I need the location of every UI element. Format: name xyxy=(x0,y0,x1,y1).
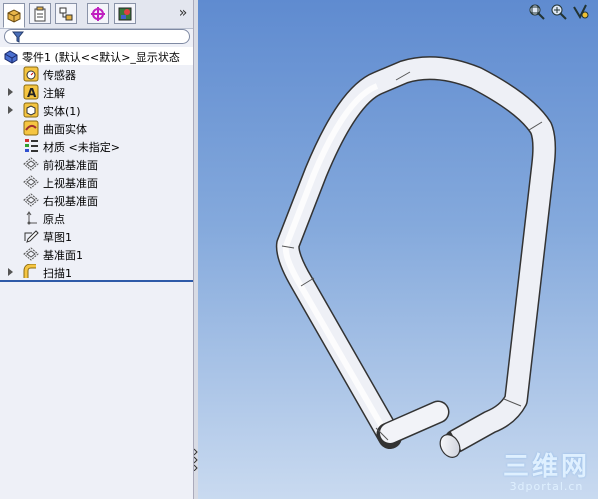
tree-item-label: 前视基准面 xyxy=(43,159,98,172)
tree-item-annotations[interactable]: A 注解 xyxy=(0,83,193,101)
property-icon xyxy=(34,6,46,21)
feature-tree-icon xyxy=(7,8,21,23)
plane-icon xyxy=(23,157,39,171)
graphics-viewport[interactable]: 三维网 3dportal.cn xyxy=(198,0,598,499)
tube-segment-lines xyxy=(281,71,543,441)
watermark: 三维网 3dportal.cn xyxy=(503,454,590,493)
tree-item-label: 基准面1 xyxy=(43,249,83,262)
plane-icon xyxy=(23,247,39,261)
tree-item-sweep1[interactable]: 扫描1 xyxy=(0,263,193,281)
part-icon xyxy=(4,50,18,64)
swept-tube-model[interactable] xyxy=(198,0,598,499)
tree-item-top-plane[interactable]: 上视基准面 xyxy=(0,173,193,191)
rollback-bar[interactable] xyxy=(0,280,193,282)
sketch-icon xyxy=(24,230,39,243)
featuremanager-tab[interactable] xyxy=(3,3,25,28)
more-tabs-button[interactable]: » xyxy=(176,5,190,21)
tree-item-front-plane[interactable]: 前视基准面 xyxy=(0,155,193,173)
display-manager-tab[interactable] xyxy=(114,3,136,24)
watermark-main: 三维网 xyxy=(502,452,590,482)
tree-item-label: 材质 <未指定> xyxy=(43,141,120,154)
tree-item-label: 传感器 xyxy=(43,69,76,82)
sensor-icon xyxy=(23,66,39,82)
filter-icon xyxy=(12,31,24,43)
tree-item-label: 实体(1) xyxy=(43,105,81,118)
plane-icon xyxy=(23,175,39,189)
tree-item-label: 注解 xyxy=(43,87,65,100)
feature-manager-panel: » 零件1 (默认<<默认>_显示状态 传感器 A 注解 实体(1) 曲面实体 xyxy=(0,0,194,499)
tree-item-origin[interactable]: 原点 xyxy=(0,209,193,227)
tree-item-solid-bodies[interactable]: 实体(1) xyxy=(0,101,193,119)
tube-outline xyxy=(275,56,557,453)
tree-item-right-plane[interactable]: 右视基准面 xyxy=(0,191,193,209)
tree-item-label: 右视基准面 xyxy=(43,195,98,208)
expand-arrow-icon[interactable] xyxy=(8,268,13,276)
tree-item-label: 上视基准面 xyxy=(43,177,98,190)
propertymanager-tab[interactable] xyxy=(29,3,51,24)
plane-icon xyxy=(23,193,39,207)
expand-arrow-icon[interactable] xyxy=(8,88,13,96)
configurationmanager-tab[interactable] xyxy=(55,3,77,24)
tree-item-sensors[interactable]: 传感器 xyxy=(0,65,193,83)
tree-item-label: 扫描1 xyxy=(43,267,72,280)
surface-bodies-icon xyxy=(23,120,39,136)
dimxpert-tab[interactable] xyxy=(87,3,109,24)
origin-icon xyxy=(26,211,37,225)
tree-item-label: 曲面实体 xyxy=(43,123,87,136)
tree-root-part[interactable]: 零件1 (默认<<默认>_显示状态 xyxy=(0,47,193,65)
crosshair-icon xyxy=(91,6,105,21)
sweep-icon xyxy=(23,264,36,278)
appearance-icon xyxy=(118,7,132,20)
material-icon xyxy=(25,139,38,152)
configuration-icon xyxy=(59,7,73,20)
tree-item-plane1[interactable]: 基准面1 xyxy=(0,245,193,263)
tree-item-sketch1[interactable]: 草图1 xyxy=(0,227,193,245)
tube-end-stub-fill xyxy=(380,402,448,443)
tree-root-label: 零件1 (默认<<默认>_显示状态 xyxy=(22,51,180,64)
tree-item-surface-bodies[interactable]: 曲面实体 xyxy=(0,119,193,137)
tree-filter-input[interactable] xyxy=(4,29,190,44)
expand-arrow-icon[interactable] xyxy=(8,106,13,114)
svg-text:A: A xyxy=(27,86,37,100)
solid-bodies-icon xyxy=(23,102,39,118)
tree-item-label: 原点 xyxy=(43,213,65,226)
watermark-sub: 3dportal.cn xyxy=(509,480,584,493)
annotation-icon: A xyxy=(23,84,39,100)
panel-tabs: » xyxy=(0,0,193,29)
tree-item-material[interactable]: 材质 <未指定> xyxy=(0,137,193,155)
tree-item-label: 草图1 xyxy=(43,231,72,244)
